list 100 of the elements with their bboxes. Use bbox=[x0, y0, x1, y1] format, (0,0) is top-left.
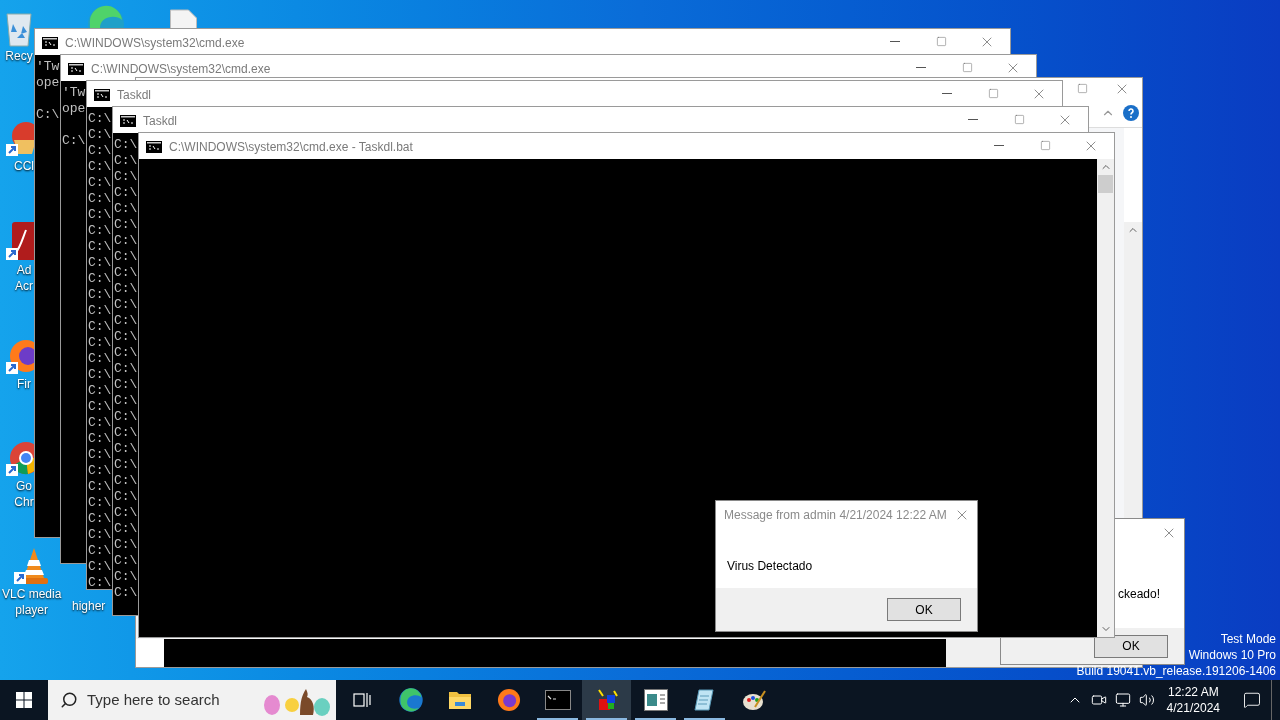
console-line: C:\ bbox=[88, 383, 112, 399]
edge-icon bbox=[397, 687, 424, 713]
console-line: 'Tw bbox=[36, 59, 60, 75]
console-line: C:\ bbox=[88, 271, 112, 287]
system-notice-text: Windows 10 Pro bbox=[1188, 647, 1276, 663]
console-line: C:\ bbox=[114, 569, 138, 585]
console-line: C:\ bbox=[114, 201, 138, 217]
console-line: C:\ bbox=[114, 185, 138, 201]
console-line: C:\ bbox=[88, 111, 112, 127]
console-line: C:\ bbox=[62, 133, 86, 149]
clock[interactable]: 12:22 AM 4/21/2024 bbox=[1162, 684, 1224, 716]
console-line: C:\ bbox=[114, 473, 138, 489]
desktop-icon-label[interactable]: Fir bbox=[17, 376, 31, 392]
window-title: C:\WINDOWS\system32\cmd.exe - Taskdl.bat bbox=[169, 139, 413, 156]
console-line: C:\ bbox=[88, 447, 112, 463]
console-line: C:\ bbox=[114, 505, 138, 521]
console-line: C:\ bbox=[114, 537, 138, 553]
ok-button[interactable]: OK bbox=[887, 598, 961, 621]
desktop-icon-label[interactable]: CCl bbox=[14, 158, 34, 174]
minimize-icon bbox=[994, 145, 1004, 146]
console-line: C:\ bbox=[114, 409, 138, 425]
console-line: C:\ bbox=[88, 127, 112, 143]
console-line: C:\ bbox=[114, 169, 138, 185]
console-line: C:\ bbox=[114, 329, 138, 345]
desktop-icon-label[interactable]: Go bbox=[16, 478, 32, 494]
console-line: C:\ bbox=[114, 553, 138, 569]
console-icon bbox=[42, 37, 58, 49]
console-line: C:\ bbox=[88, 543, 112, 559]
desktop-icon-label[interactable]: Recy bbox=[5, 48, 33, 64]
console-icon bbox=[68, 63, 84, 75]
desktop-icon-label[interactable]: VLC media bbox=[2, 586, 62, 602]
console-line: C:\ bbox=[114, 265, 138, 281]
running-indicator bbox=[586, 718, 627, 720]
console-line: C:\ bbox=[36, 107, 60, 123]
running-indicator bbox=[635, 718, 676, 720]
console-line: C:\ bbox=[88, 207, 112, 223]
scroll-thumb[interactable] bbox=[1098, 175, 1113, 193]
desktop-icon-label[interactable]: higher bbox=[72, 598, 106, 614]
console-line: C:\ bbox=[88, 255, 112, 271]
console-line: C:\ bbox=[114, 233, 138, 249]
search-icon bbox=[60, 691, 78, 709]
console-line: C:\ bbox=[88, 223, 112, 239]
minimize-icon bbox=[942, 93, 952, 94]
window-title: C:\WINDOWS\system32\cmd.exe bbox=[91, 61, 271, 78]
maximize-icon bbox=[935, 36, 947, 47]
window-title: Taskdl bbox=[117, 87, 151, 104]
console-line: C:\ bbox=[88, 303, 112, 319]
task-view-icon bbox=[351, 690, 372, 710]
desktop-icon-label[interactable]: Ad bbox=[16, 262, 32, 278]
desktop-icon-label[interactable]: player bbox=[15, 602, 49, 618]
maximize-icon bbox=[1013, 114, 1025, 125]
console-line: C:\ bbox=[88, 431, 112, 447]
message-text: Virus Detectado bbox=[727, 559, 813, 573]
console-line: C:\ bbox=[114, 249, 138, 265]
desktop-icon-label[interactable]: Chr bbox=[14, 494, 34, 510]
console-line: ope bbox=[36, 75, 60, 91]
console-icon bbox=[146, 141, 162, 153]
console-line: C:\ bbox=[114, 281, 138, 297]
console-line: C:\ bbox=[88, 351, 112, 367]
console-line: C:\ bbox=[88, 175, 112, 191]
volume-icon[interactable] bbox=[1138, 692, 1155, 708]
console-line: C:\ bbox=[114, 457, 138, 473]
running-indicator bbox=[537, 718, 578, 720]
network-icon[interactable] bbox=[1114, 692, 1131, 708]
console-line: C:\ bbox=[88, 415, 112, 431]
windows-logo-icon bbox=[16, 692, 32, 708]
maximize-icon bbox=[961, 62, 973, 73]
console-line: C:\ bbox=[114, 489, 138, 505]
console-line: C:\ bbox=[88, 463, 112, 479]
notepad-icon bbox=[692, 688, 717, 712]
search-bar[interactable]: Type here to search bbox=[48, 680, 336, 720]
minimize-icon bbox=[916, 67, 926, 68]
console-line: C:\ bbox=[114, 153, 138, 169]
help-icon[interactable] bbox=[1123, 105, 1139, 121]
desktop-icon-label[interactable]: Acr bbox=[15, 278, 33, 294]
console-line: C:\ bbox=[88, 559, 112, 575]
console-line: C:\ bbox=[88, 399, 112, 415]
console-line: C:\ bbox=[88, 287, 112, 303]
maximize-icon bbox=[1039, 140, 1051, 151]
console-icon bbox=[544, 690, 571, 710]
console-line: C:\ bbox=[88, 527, 112, 543]
console-line: 'Tw bbox=[62, 85, 86, 101]
console-line: C:\ bbox=[88, 495, 112, 511]
scrollbar[interactable] bbox=[1097, 159, 1114, 637]
search-field[interactable]: Type here to search bbox=[87, 688, 237, 712]
folder-icon bbox=[447, 689, 472, 711]
ok-button[interactable]: OK bbox=[1094, 634, 1168, 658]
console-line: C:\ bbox=[114, 441, 138, 457]
console-line: C:\ bbox=[114, 425, 138, 441]
console-line: C:\ bbox=[88, 575, 112, 589]
console-line: C:\ bbox=[88, 367, 112, 383]
console-line: C:\ bbox=[114, 393, 138, 409]
console-line: C:\ bbox=[88, 335, 112, 351]
console-line: C:\ bbox=[114, 585, 138, 601]
minimize-icon bbox=[968, 119, 978, 120]
console-line: C:\ bbox=[114, 361, 138, 377]
camera-icon[interactable] bbox=[1090, 692, 1107, 708]
notification-icon bbox=[1242, 691, 1261, 709]
minimize-icon bbox=[890, 41, 900, 42]
console-line: C:\ bbox=[88, 239, 112, 255]
